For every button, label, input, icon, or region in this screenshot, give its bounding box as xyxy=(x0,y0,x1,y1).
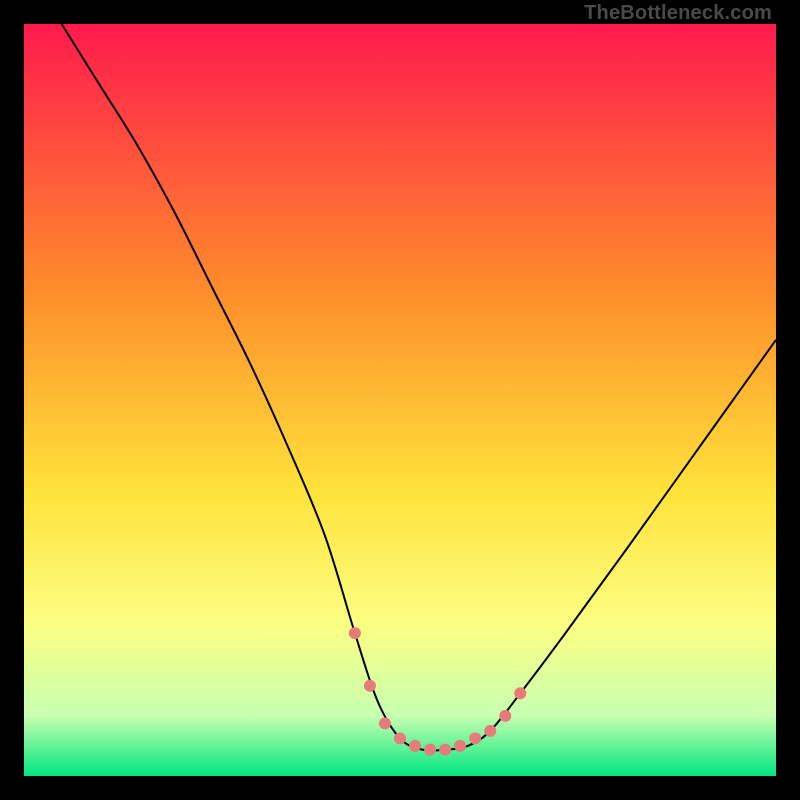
curve-marker xyxy=(499,710,511,722)
curve-marker xyxy=(394,732,406,744)
chart-frame: TheBottleneck.com xyxy=(0,0,800,800)
plot-area xyxy=(24,24,776,776)
curve-marker xyxy=(454,740,466,752)
curve-marker xyxy=(379,717,391,729)
curve-marker xyxy=(439,744,451,756)
chart-canvas xyxy=(24,24,776,776)
gradient-background xyxy=(24,24,776,776)
curve-marker xyxy=(484,725,496,737)
curve-marker xyxy=(349,627,361,639)
curve-marker xyxy=(409,740,421,752)
curve-marker xyxy=(364,680,376,692)
curve-marker xyxy=(469,732,481,744)
curve-marker xyxy=(424,744,436,756)
curve-marker xyxy=(514,687,526,699)
watermark-text: TheBottleneck.com xyxy=(584,2,772,25)
